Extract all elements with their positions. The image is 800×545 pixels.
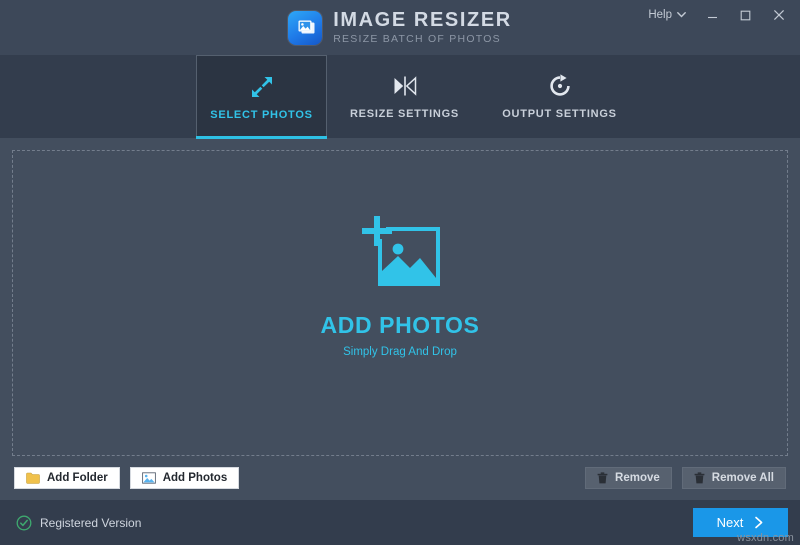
- maximize-button[interactable]: [730, 2, 761, 28]
- main-tab-bar: SELECT PHOTOS RESIZE SETTINGS OUTPUT SET…: [0, 55, 800, 139]
- app-title: IMAGE RESIZER: [333, 9, 512, 32]
- add-folder-label: Add Folder: [47, 472, 108, 484]
- add-photo-frame-icon: [354, 215, 446, 295]
- remove-buttons-group: Remove Remove All: [585, 467, 786, 489]
- photos-stack-icon: [288, 10, 323, 45]
- registration-status: Registered Version: [16, 515, 141, 531]
- add-photos-label: Add Photos: [162, 472, 228, 484]
- close-button[interactable]: [763, 2, 794, 28]
- app-branding: IMAGE RESIZER RESIZE BATCH OF PHOTOS: [288, 10, 512, 45]
- resize-arrows-icon: [249, 74, 275, 100]
- remove-all-button[interactable]: Remove All: [681, 467, 786, 489]
- app-title-block: IMAGE RESIZER RESIZE BATCH OF PHOTOS: [333, 10, 512, 45]
- window-controls: Help: [639, 0, 794, 30]
- app-tagline: RESIZE BATCH OF PHOTOS: [333, 33, 501, 46]
- tab-label-resize-settings: RESIZE SETTINGS: [349, 108, 460, 120]
- next-button[interactable]: Next: [693, 508, 788, 537]
- tab-resize-settings[interactable]: RESIZE SETTINGS: [327, 55, 482, 138]
- title-bar: IMAGE RESIZER RESIZE BATCH OF PHOTOS Hel…: [0, 0, 800, 55]
- image-resizer-window: IMAGE RESIZER RESIZE BATCH OF PHOTOS Hel…: [0, 0, 800, 545]
- main-content: ADD PHOTOS Simply Drag And Drop: [0, 138, 800, 456]
- picture-icon: [141, 472, 156, 484]
- chevron-down-icon: [677, 12, 686, 18]
- status-bar: Registered Version Next wsxdn.com: [0, 500, 800, 545]
- help-label: Help: [648, 9, 672, 21]
- folder-icon: [26, 472, 40, 484]
- tab-label-output-settings: OUTPUT SETTINGS: [502, 108, 617, 120]
- trash-icon: [597, 472, 608, 484]
- compress-width-icon: [392, 73, 418, 99]
- check-circle-icon: [16, 515, 32, 530]
- tab-select-photos[interactable]: SELECT PHOTOS: [196, 55, 327, 139]
- dropzone-inner: ADD PHOTOS Simply Drag And Drop: [321, 215, 480, 358]
- dropzone-subtitle: Simply Drag And Drop: [343, 345, 457, 358]
- tab-output-settings[interactable]: OUTPUT SETTINGS: [482, 55, 637, 138]
- tab-label-select-photos: SELECT PHOTOS: [210, 108, 313, 121]
- maximize-icon: [740, 10, 751, 20]
- rotate-refresh-icon: [547, 73, 573, 99]
- add-folder-button[interactable]: Add Folder: [14, 467, 120, 489]
- trash-icon: [694, 472, 705, 484]
- minimize-icon: [708, 16, 717, 18]
- remove-button[interactable]: Remove: [585, 467, 672, 489]
- close-icon: [773, 9, 784, 21]
- photo-dropzone[interactable]: ADD PHOTOS Simply Drag And Drop: [12, 150, 788, 456]
- add-buttons-group: Add Folder Add Photos: [14, 467, 240, 489]
- add-photos-button[interactable]: Add Photos: [129, 467, 240, 489]
- minimize-button[interactable]: [697, 2, 728, 28]
- remove-all-label: Remove All: [711, 472, 774, 484]
- dropzone-title: ADD PHOTOS: [320, 311, 480, 338]
- chevron-right-icon: [755, 516, 763, 529]
- action-bar: Add Folder Add Photos Remove Remove All: [0, 456, 800, 500]
- remove-label: Remove: [615, 472, 660, 484]
- help-menu-button[interactable]: Help: [639, 5, 695, 25]
- next-label: Next: [716, 515, 744, 530]
- status-badge: Registered Version: [40, 515, 142, 530]
